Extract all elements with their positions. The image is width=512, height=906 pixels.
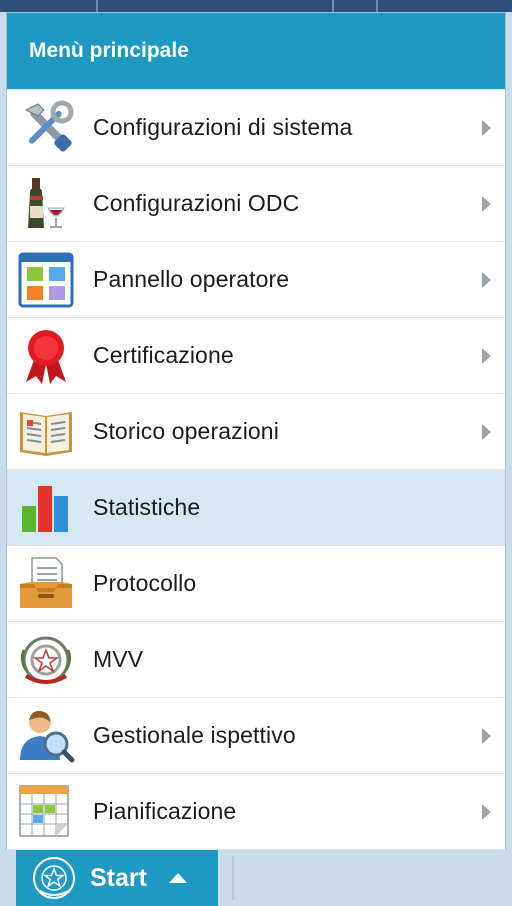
menu-item-pannello-operatore[interactable]: Pannello operatore — [7, 242, 505, 318]
menu-item-label: Configurazioni di sistema — [93, 114, 353, 140]
document-tray-icon — [15, 553, 77, 615]
caret-up-icon — [168, 873, 187, 883]
calendar-icon — [15, 781, 77, 843]
chevron-right-icon — [482, 727, 491, 744]
menu-item-mvv[interactable]: MVV — [7, 622, 505, 698]
menu-item-label: Storico operazioni — [93, 418, 279, 444]
tools-icon — [15, 97, 77, 159]
chevron-right-icon — [482, 195, 491, 212]
menu-item-pianificazione[interactable]: Pianificazione — [7, 774, 505, 850]
top-bar-divider — [332, 0, 334, 12]
start-button[interactable]: Start — [16, 850, 218, 906]
menu-item-certificazione[interactable]: Certificazione — [7, 318, 505, 394]
open-book-icon — [15, 401, 77, 463]
menu-item-label: Configurazioni ODC — [93, 190, 300, 216]
top-bar — [0, 0, 512, 12]
user-search-icon — [15, 705, 77, 767]
top-bar-divider — [96, 0, 98, 12]
menu-item-label: Protocollo — [93, 570, 197, 596]
menu-item-configurazioni-odc[interactable]: Configurazioni ODC — [7, 166, 505, 242]
chevron-right-icon — [482, 119, 491, 136]
emblem-icon — [15, 629, 77, 691]
menu-item-label: Certificazione — [93, 342, 234, 368]
taskbar: Start — [0, 850, 512, 906]
menu-item-label: Statistiche — [93, 494, 201, 520]
bar-chart-icon — [15, 477, 77, 539]
chevron-right-icon — [482, 347, 491, 364]
chevron-right-icon — [482, 423, 491, 440]
menu-item-statistiche[interactable]: Statistiche — [7, 470, 505, 546]
start-label: Start — [90, 863, 147, 892]
menu-title: Menù principale — [7, 13, 505, 90]
menu-item-configurazioni-sistema[interactable]: Configurazioni di sistema — [7, 90, 505, 166]
taskbar-divider — [232, 856, 234, 900]
menu-item-label: MVV — [93, 646, 144, 672]
top-bar-divider — [376, 0, 378, 12]
chevron-right-icon — [482, 271, 491, 288]
chevron-right-icon — [482, 803, 491, 820]
menu-item-label: Pianificazione — [93, 798, 237, 824]
menu-item-protocollo[interactable]: Protocollo — [7, 546, 505, 622]
dashboard-icon — [15, 249, 77, 311]
menu-item-storico-operazioni[interactable]: Storico operazioni — [7, 394, 505, 470]
main-menu: Menù principale Configurazioni di sistem… — [6, 12, 506, 850]
wine-bottle-icon — [15, 173, 77, 235]
menu-item-gestionale-ispettivo[interactable]: Gestionale ispettivo — [7, 698, 505, 774]
menu-item-label: Gestionale ispettivo — [93, 722, 296, 748]
emblem-icon — [33, 857, 75, 899]
ribbon-badge-icon — [15, 325, 77, 387]
menu-item-label: Pannello operatore — [93, 266, 290, 292]
